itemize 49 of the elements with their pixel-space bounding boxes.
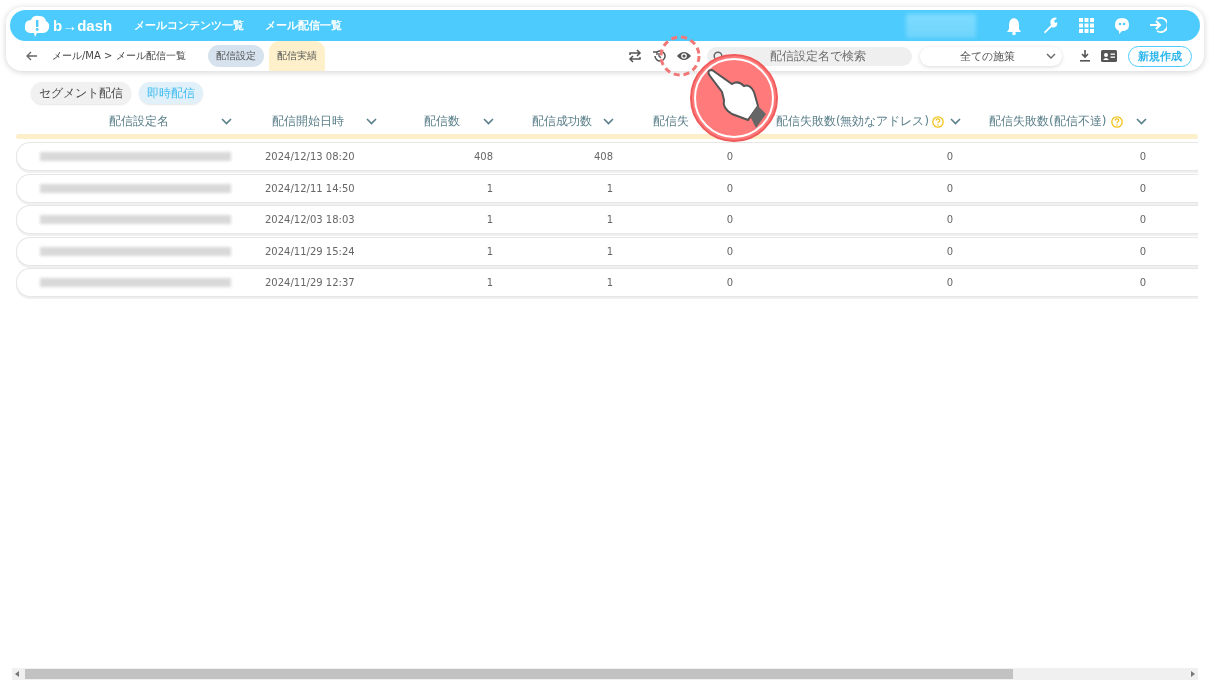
table-cell: 1 bbox=[606, 182, 613, 194]
logo-text: b→dash bbox=[53, 17, 113, 34]
table-cell: 1 bbox=[606, 245, 613, 257]
table-cell: 2024/12/03 18:03 bbox=[265, 214, 355, 226]
table-cell: 0 bbox=[946, 214, 953, 226]
table-cell: 0 bbox=[726, 277, 733, 289]
tab[interactable]: 配信実績 bbox=[268, 41, 325, 71]
table-cell: 0 bbox=[946, 245, 953, 257]
column-header[interactable]: 配信開始日時 bbox=[272, 113, 344, 130]
column-header[interactable]: 配信設定名 bbox=[109, 113, 169, 130]
table-cell: 0 bbox=[1139, 182, 1146, 194]
table-cell: 0 bbox=[1139, 277, 1146, 289]
table-row[interactable]: 2024/11/29 15:24 1 1 0 0 0 bbox=[16, 236, 1198, 266]
new-button[interactable]: 新規作成 bbox=[1128, 45, 1192, 67]
subtab[interactable]: セグメント配信 bbox=[31, 82, 131, 104]
table-cell: 0 bbox=[726, 214, 733, 226]
table-cell: 0 bbox=[1139, 214, 1146, 226]
table-cell: 408 bbox=[473, 151, 493, 162]
table-cell: 0 bbox=[946, 277, 953, 289]
column-header[interactable]: 配信数 bbox=[424, 113, 460, 130]
column-header[interactable]: 配信失敗数(無効なアドレス) bbox=[776, 114, 929, 129]
table-cell: 1 bbox=[486, 214, 493, 226]
column-header[interactable]: 配信失敗数(配信不達) bbox=[989, 113, 1107, 130]
table-row[interactable]: 2024/11/29 12:37 1 1 0 0 0 bbox=[16, 268, 1198, 298]
column-header[interactable]: 配信成功数 bbox=[532, 113, 592, 130]
table-cell: 2024/12/11 14:50 bbox=[265, 182, 355, 194]
table-cell: 1 bbox=[486, 245, 493, 257]
table-cell: 2024/11/29 12:37 bbox=[265, 277, 355, 289]
table-cell: 0 bbox=[726, 245, 733, 257]
filter-dropdown[interactable]: 全ての施策 bbox=[920, 46, 1062, 66]
table-row[interactable]: 2024/12/03 18:03 1 1 0 0 0 bbox=[16, 205, 1198, 235]
table-cell: 0 bbox=[946, 182, 953, 194]
table-cell: 0 bbox=[1139, 245, 1146, 257]
table-cell: 0 bbox=[726, 151, 733, 162]
table-cell: 1 bbox=[486, 182, 493, 194]
table-cell: 0 bbox=[946, 151, 953, 162]
table-cell: 1 bbox=[606, 214, 613, 226]
column-header[interactable]: 配信失 bbox=[653, 113, 689, 130]
table-row[interactable]: 2024/12/11 14:50 1 1 0 0 0 bbox=[16, 173, 1198, 203]
table-cell: 1 bbox=[486, 277, 493, 289]
table-cell: 0 bbox=[1139, 151, 1146, 162]
breadcrumb: メール/MA > メール配信一覧 bbox=[52, 49, 186, 63]
table-cell: 0 bbox=[726, 182, 733, 194]
table-cell: 408 bbox=[593, 151, 613, 162]
table-cell: 2024/12/13 08:20 bbox=[265, 151, 355, 162]
table-row[interactable]: 2024/12/13 08:20 408 408 0 0 0 bbox=[16, 142, 1198, 171]
table-cell: 2024/11/29 15:24 bbox=[265, 245, 355, 257]
tab[interactable]: 配信設定 bbox=[207, 45, 264, 67]
table-cell: 1 bbox=[606, 277, 613, 289]
